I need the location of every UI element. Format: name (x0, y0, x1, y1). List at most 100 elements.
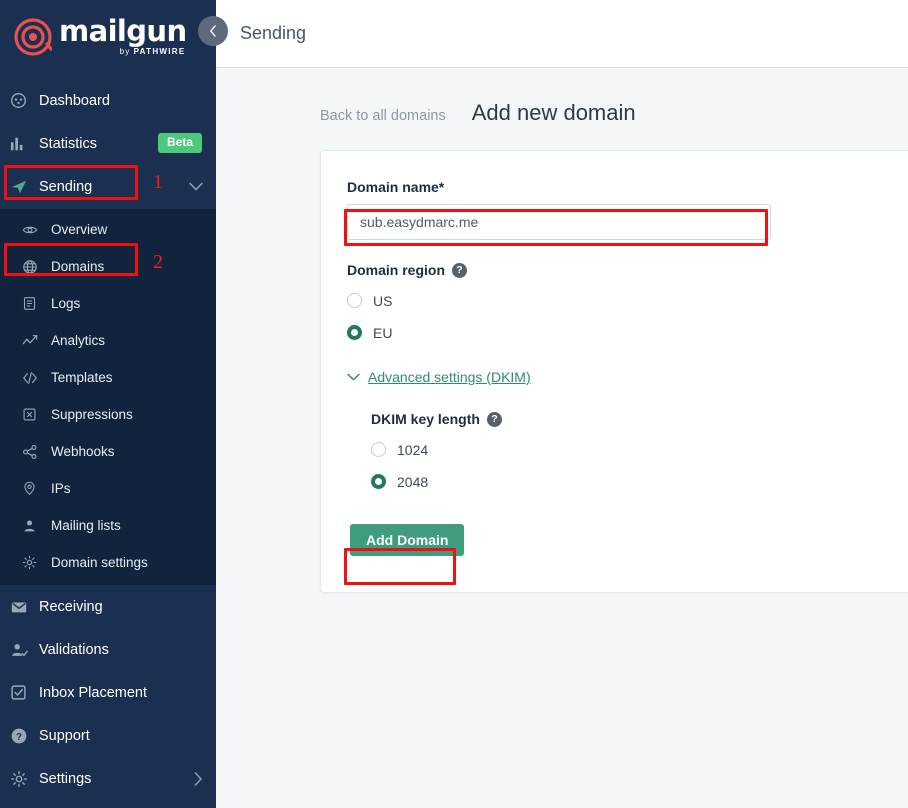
dashboard-icon (10, 92, 36, 109)
sidebar-item-label: Domain settings (51, 555, 148, 570)
logs-icon (22, 296, 48, 311)
brand-name: mailgun (59, 14, 187, 48)
suppressions-icon (22, 407, 48, 422)
sidebar-item-statistics[interactable]: Statistics Beta (0, 122, 216, 165)
annotation-number-domains: 2 (153, 251, 163, 273)
chevron-down-icon[interactable] (189, 182, 203, 192)
sending-plane-icon (10, 178, 36, 196)
sidebar: mailgun by PATHWIRE Dashboard Statistics… (0, 0, 216, 808)
domain-region-group: Domain region ? US EU (347, 262, 908, 347)
sidebar-item-label: Analytics (51, 333, 106, 348)
content-area: Back to all domains Add new domain Domai… (216, 68, 908, 593)
sidebar-item-label: Mailing lists (51, 518, 121, 533)
sidebar-submenu-sending: Overview Domains Logs Analytics Template… (0, 209, 216, 585)
sidebar-collapse-button[interactable] (198, 16, 228, 46)
radio-label: EU (373, 324, 393, 341)
back-to-all-domains-link[interactable]: Back to all domains (320, 108, 446, 124)
advanced-settings-toggle[interactable]: Advanced settings (DKIM) (347, 369, 908, 385)
sidebar-item-label: Inbox Placement (39, 684, 148, 701)
radio-indicator (371, 442, 386, 457)
sidebar-item-overview[interactable]: Overview (0, 211, 216, 248)
radio-dkim-2048[interactable]: 2048 (371, 467, 908, 496)
chevron-down-icon (347, 373, 360, 381)
user-check-icon (10, 641, 36, 659)
dkim-key-length-group: DKIM key length ? 1024 2048 (347, 411, 908, 496)
sidebar-item-label: Support (39, 727, 90, 744)
sidebar-item-inbox-placement[interactable]: Inbox Placement (0, 671, 216, 714)
beta-badge: Beta (157, 133, 202, 153)
sidebar-nav: Dashboard Statistics Beta Sending Overvi… (0, 79, 216, 800)
sidebar-item-settings[interactable]: Settings (0, 757, 216, 800)
radio-indicator-selected (347, 325, 362, 340)
sidebar-item-label: Sending (39, 179, 93, 195)
sidebar-item-label: Domains (51, 259, 105, 274)
radio-indicator (347, 293, 362, 308)
page-title: Add new domain (471, 100, 636, 125)
topbar: Sending 1 (198, 0, 908, 68)
statistics-icon (10, 136, 36, 152)
radio-label: US (373, 292, 393, 309)
domain-name-label: Domain name* (347, 179, 445, 195)
sidebar-item-domain-settings[interactable]: Domain settings (0, 544, 216, 581)
domain-region-label-row: Domain region ? (347, 262, 908, 278)
sidebar-item-webhooks[interactable]: Webhooks (0, 433, 216, 470)
sidebar-item-support[interactable]: ? Support (0, 714, 216, 757)
sidebar-item-label: Receiving (39, 598, 103, 615)
question-circle-icon: ? (10, 727, 36, 745)
sidebar-item-label: Suppressions (51, 407, 133, 422)
brand-tagline: by PATHWIRE (119, 47, 186, 56)
sidebar-item-validations[interactable]: Validations (0, 628, 216, 671)
sidebar-item-label: Dashboard (39, 92, 110, 109)
radio-label: 1024 (397, 441, 429, 458)
sidebar-item-label: Templates (51, 370, 113, 385)
radio-indicator-selected (371, 474, 386, 489)
sidebar-item-label: Validations (39, 641, 109, 658)
breadcrumb: Back to all domains Add new domain (216, 68, 908, 126)
domain-region-label: Domain region (347, 262, 446, 278)
user-icon (22, 518, 48, 533)
radio-dkim-1024[interactable]: 1024 (371, 435, 908, 464)
gear-icon (22, 555, 48, 570)
dkim-key-length-label: DKIM key length (371, 411, 480, 427)
radio-label: 2048 (397, 473, 429, 490)
question-mark-icon[interactable]: ? (486, 411, 502, 427)
sidebar-item-dashboard[interactable]: Dashboard (0, 79, 216, 122)
sidebar-item-receiving[interactable]: Receiving (0, 585, 216, 628)
annotation-number-sending: 1 (153, 171, 163, 193)
analytics-icon (22, 333, 48, 349)
gear-icon (10, 770, 36, 788)
sidebar-item-analytics[interactable]: Analytics (0, 322, 216, 359)
sidebar-item-mailing-lists[interactable]: Mailing lists (0, 507, 216, 544)
code-icon (22, 370, 48, 386)
location-pin-icon (22, 481, 48, 496)
sidebar-item-templates[interactable]: Templates (0, 359, 216, 396)
mailgun-logo-icon (14, 17, 52, 56)
main-area: Sending 1 Back to all domains Add new do… (198, 0, 908, 808)
add-domain-button[interactable]: Add Domain (350, 524, 465, 556)
sidebar-item-label: Settings (39, 770, 92, 787)
radio-domain-region-us[interactable]: US (347, 286, 908, 315)
brand-logo[interactable]: mailgun by PATHWIRE (0, 0, 216, 75)
sidebar-item-logs[interactable]: Logs (0, 285, 216, 322)
app-root: mailgun by PATHWIRE Dashboard Statistics… (0, 0, 908, 808)
checkbox-icon (10, 684, 36, 701)
sidebar-item-label: Overview (51, 222, 108, 237)
envelope-icon (10, 598, 36, 616)
page-section-title: Sending (240, 23, 307, 43)
globe-icon (22, 259, 48, 275)
advanced-settings-link-label: Advanced settings (DKIM) (368, 369, 531, 385)
sidebar-item-domains[interactable]: Domains (0, 248, 216, 285)
sidebar-item-sending[interactable]: Sending (0, 165, 216, 209)
webhooks-icon (22, 444, 48, 460)
eye-icon (22, 222, 48, 238)
sidebar-item-suppressions[interactable]: Suppressions (0, 396, 216, 433)
chevron-left-icon (209, 25, 217, 37)
question-mark-icon[interactable]: ? (452, 262, 468, 278)
dkim-label-row: DKIM key length ? (371, 411, 908, 427)
svg-text:?: ? (16, 731, 22, 742)
radio-domain-region-eu[interactable]: EU (347, 318, 908, 347)
sidebar-item-label: Statistics (39, 135, 98, 152)
chevron-right-icon[interactable] (194, 771, 203, 786)
sidebar-item-ips[interactable]: IPs (0, 470, 216, 507)
domain-name-input[interactable] (347, 204, 771, 240)
